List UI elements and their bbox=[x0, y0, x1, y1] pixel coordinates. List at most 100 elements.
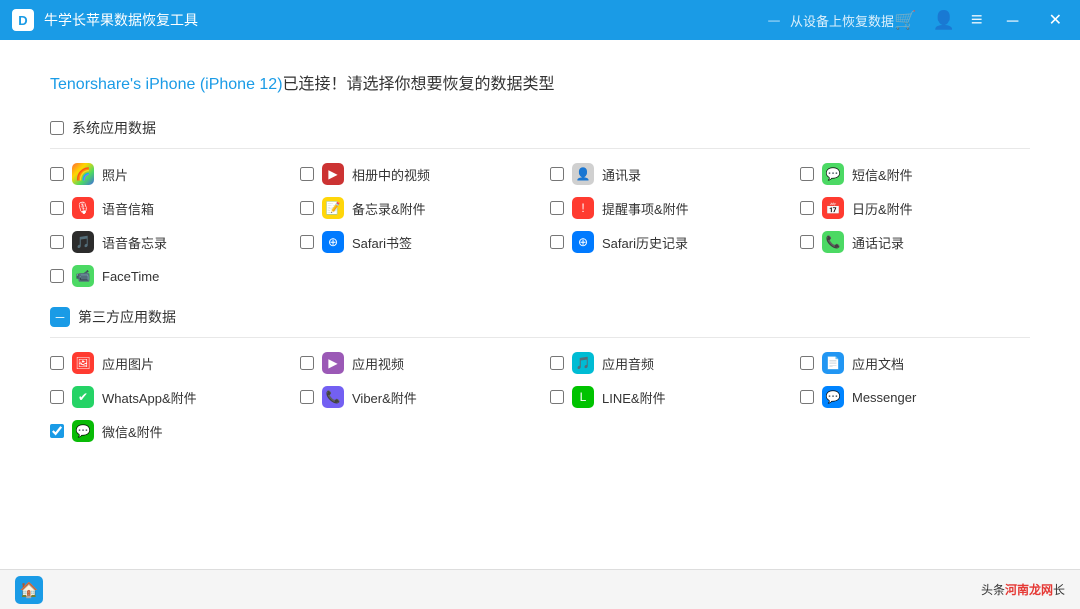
checkbox-calendar[interactable] bbox=[800, 201, 814, 215]
list-item: ✔WhatsApp&附件 bbox=[50, 386, 280, 408]
checkbox-app-docs[interactable] bbox=[800, 356, 814, 370]
label-facetime: FaceTime bbox=[102, 269, 159, 284]
label-reminders: 提醒事项&附件 bbox=[602, 199, 689, 218]
list-item: 🖼应用图片 bbox=[50, 352, 280, 374]
icon-viber: 📞 bbox=[322, 386, 344, 408]
watermark: 头条河南龙网长 bbox=[981, 581, 1065, 598]
third-party-section-header: － 第三方应用数据 bbox=[50, 307, 1030, 338]
checkbox-app-photos[interactable] bbox=[50, 356, 64, 370]
checkbox-whatsapp[interactable] bbox=[50, 390, 64, 404]
list-item: 📞 Viber&附件 bbox=[300, 386, 530, 408]
list-item: 📞 通话记录 bbox=[800, 231, 1030, 253]
titlebar: D 牛学长苹果数据恢复工具 － 从设备上恢复数据 🛒 👤 ≡ － ✕ bbox=[0, 0, 1080, 40]
label-messages: 短信&附件 bbox=[852, 165, 913, 184]
checkbox-reminders[interactable] bbox=[550, 201, 564, 215]
list-item: ! 提醒事项&附件 bbox=[550, 197, 780, 219]
app-subtitle: 从设备上恢复数据 bbox=[790, 11, 894, 30]
device-name: Tenorshare's iPhone (iPhone 12) bbox=[50, 76, 283, 93]
icon-safari-hist: ⊕ bbox=[572, 231, 594, 253]
icon-safari-bm: ⊕ bbox=[322, 231, 344, 253]
list-item: 💬微信&附件 bbox=[50, 420, 280, 442]
checkbox-facetime[interactable] bbox=[50, 269, 64, 283]
window-controls: 🛒 👤 ≡ － ✕ bbox=[894, 6, 1068, 34]
label-safari-bm: Safari书签 bbox=[352, 233, 412, 252]
app-logo: D bbox=[12, 9, 34, 31]
icon-app-videos: ▶ bbox=[322, 352, 344, 374]
label-voice-note: 语音备忘录 bbox=[102, 233, 167, 252]
watermark-highlight: 河南龙网 bbox=[1005, 583, 1053, 597]
label-app-photos: 应用图片 bbox=[102, 354, 154, 373]
checkbox-app-videos[interactable] bbox=[300, 356, 314, 370]
list-item: ⊕ Safari书签 bbox=[300, 231, 530, 253]
list-item: 💬 Messenger bbox=[800, 386, 1030, 408]
label-notes: 备忘录&附件 bbox=[352, 199, 426, 218]
list-item: L LINE&附件 bbox=[550, 386, 780, 408]
icon-voice-memo: 🎙 bbox=[72, 197, 94, 219]
label-app-videos: 应用视频 bbox=[352, 354, 404, 373]
label-line: LINE&附件 bbox=[602, 388, 666, 407]
checkbox-line[interactable] bbox=[550, 390, 564, 404]
system-section-header: 系统应用数据 bbox=[50, 118, 1030, 149]
checkbox-call-log[interactable] bbox=[800, 235, 814, 249]
list-item: 🌈 照片 bbox=[50, 163, 280, 185]
checkbox-photos[interactable] bbox=[50, 167, 64, 181]
list-item: 🎵应用音频 bbox=[550, 352, 780, 374]
system-section-checkbox[interactable] bbox=[50, 121, 64, 135]
icon-app-docs: 📄 bbox=[822, 352, 844, 374]
checkbox-messenger[interactable] bbox=[800, 390, 814, 404]
checkbox-voice-memo[interactable] bbox=[50, 201, 64, 215]
close-button[interactable]: ✕ bbox=[1043, 8, 1068, 32]
icon-app-audio: 🎵 bbox=[572, 352, 594, 374]
label-photos: 照片 bbox=[102, 165, 128, 184]
list-item: 📅日历&附件 bbox=[800, 197, 1030, 219]
checkbox-app-audio[interactable] bbox=[550, 356, 564, 370]
minimize-button[interactable]: － bbox=[999, 6, 1027, 34]
label-messenger: Messenger bbox=[852, 390, 916, 405]
checkbox-notes[interactable] bbox=[300, 201, 314, 215]
list-item: 🎙 语音信箱 bbox=[50, 197, 280, 219]
checkbox-wechat[interactable] bbox=[50, 424, 64, 438]
checkbox-messages[interactable] bbox=[800, 167, 814, 181]
icon-album-videos: ▶ bbox=[322, 163, 344, 185]
list-item: 💬 短信&附件 bbox=[800, 163, 1030, 185]
checkbox-safari-hist[interactable] bbox=[550, 235, 564, 249]
icon-voice-note: 🎵 bbox=[72, 231, 94, 253]
cart-icon[interactable]: 🛒 bbox=[894, 10, 916, 31]
label-whatsapp: WhatsApp&附件 bbox=[102, 388, 197, 407]
checkbox-contacts[interactable] bbox=[550, 167, 564, 181]
third-party-section-icon: － bbox=[50, 307, 70, 327]
menu-icon[interactable]: ≡ bbox=[971, 9, 983, 32]
third-party-items-grid: 🖼应用图片 ▶ 应用视频 🎵应用音频 📄 应用文档 ✔WhatsApp&附件 📞 Viber&附… bbox=[50, 352, 1030, 442]
app-title: 牛学长苹果数据恢复工具 bbox=[44, 10, 758, 30]
title-separator: － bbox=[766, 8, 782, 32]
page-header: Tenorshare's iPhone (iPhone 12)已连接！请选择你想… bbox=[50, 70, 1030, 94]
icon-photos: 🌈 bbox=[72, 163, 94, 185]
system-items-grid: 🌈 照片 ▶ 相册中的视频 👤通讯录 💬 短信&附件 🎙 语音信箱 📝备忘录&附件! 提醒事项&附件… bbox=[50, 163, 1030, 287]
label-contacts: 通讯录 bbox=[602, 165, 641, 184]
system-section: 系统应用数据 🌈 照片 ▶ 相册中的视频 👤通讯录 💬 短信&附件 🎙 语音信箱 📝备忘录&附件!… bbox=[50, 118, 1030, 287]
home-button[interactable]: 🏠 bbox=[15, 576, 43, 604]
icon-calendar: 📅 bbox=[822, 197, 844, 219]
label-app-docs: 应用文档 bbox=[852, 354, 904, 373]
checkbox-album-videos[interactable] bbox=[300, 167, 314, 181]
bottombar: 🏠 头条河南龙网长 bbox=[0, 569, 1080, 609]
third-party-section: － 第三方应用数据 🖼应用图片 ▶ 应用视频 🎵应用音频 📄 应用文档 ✔WhatsApp&… bbox=[50, 307, 1030, 442]
icon-wechat: 💬 bbox=[72, 420, 94, 442]
checkbox-voice-note[interactable] bbox=[50, 235, 64, 249]
system-section-title: 系统应用数据 bbox=[72, 118, 156, 138]
checkbox-viber[interactable] bbox=[300, 390, 314, 404]
icon-reminders: ! bbox=[572, 197, 594, 219]
label-voice-memo: 语音信箱 bbox=[102, 199, 154, 218]
checkbox-safari-bm[interactable] bbox=[300, 235, 314, 249]
list-item: 📹FaceTime bbox=[50, 265, 280, 287]
icon-line: L bbox=[572, 386, 594, 408]
icon-call-log: 📞 bbox=[822, 231, 844, 253]
list-item: 👤通讯录 bbox=[550, 163, 780, 185]
list-item: 📝备忘录&附件 bbox=[300, 197, 530, 219]
label-album-videos: 相册中的视频 bbox=[352, 165, 430, 184]
label-call-log: 通话记录 bbox=[852, 233, 904, 252]
icon-messages: 💬 bbox=[822, 163, 844, 185]
icon-messenger: 💬 bbox=[822, 386, 844, 408]
user-icon[interactable]: 👤 bbox=[932, 10, 954, 31]
label-viber: Viber&附件 bbox=[352, 388, 417, 407]
